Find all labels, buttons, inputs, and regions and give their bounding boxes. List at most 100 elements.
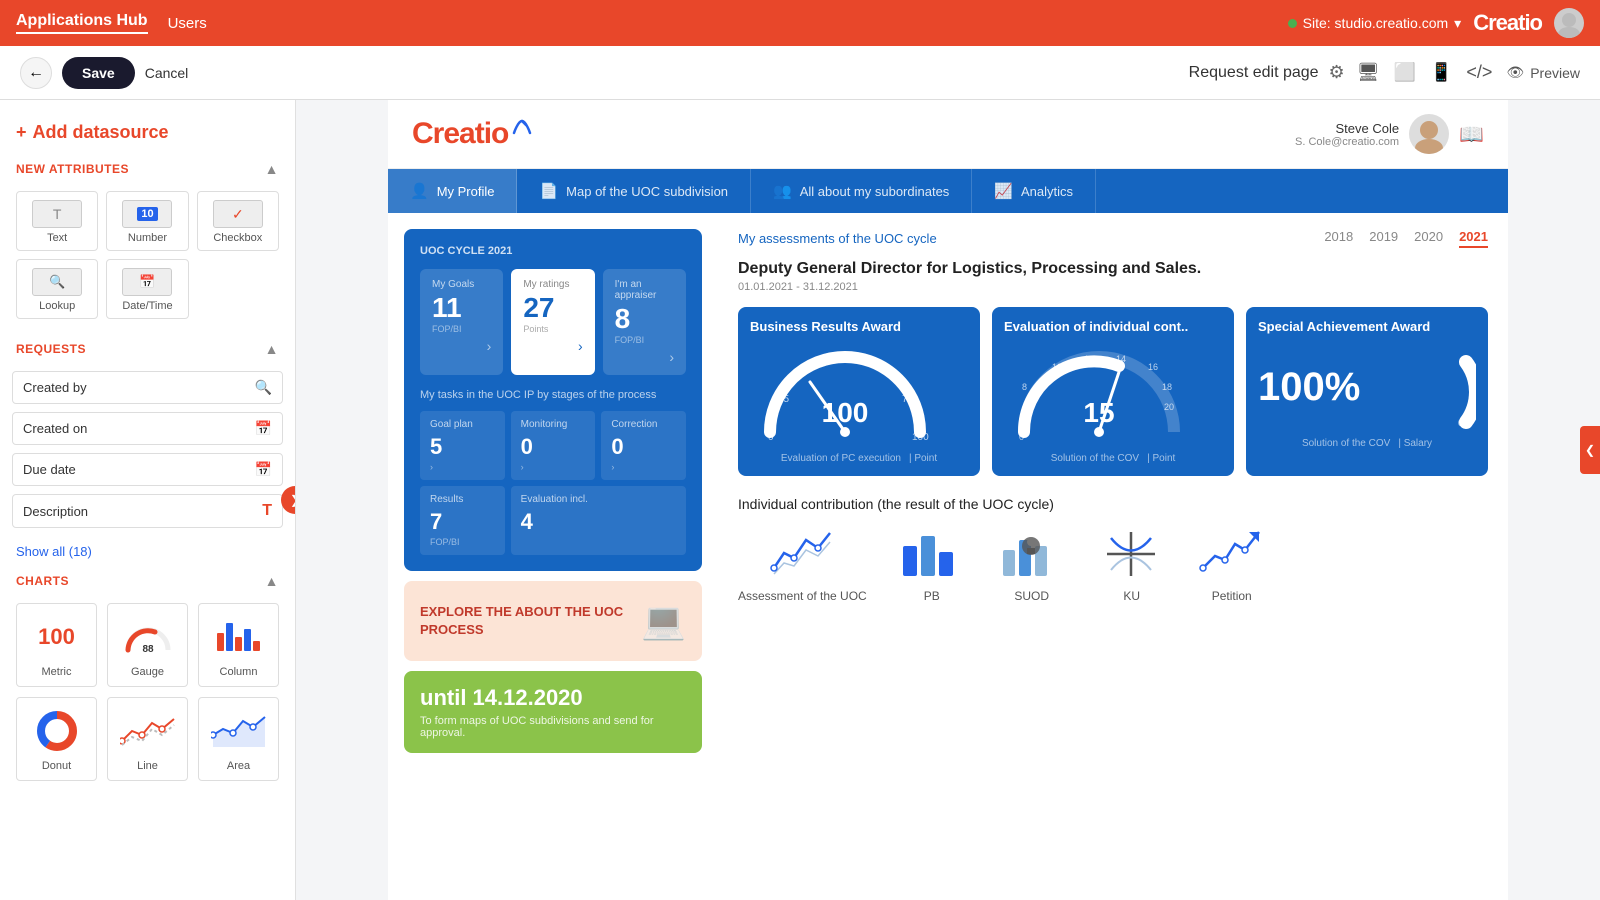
appraiser-metric[interactable]: I'm an appraiser 8 FOP/BI ›: [603, 269, 686, 375]
content-area: Creatio Steve Cole S. Cole@creatio.com 📖: [296, 100, 1600, 900]
contrib-assessment-uoc[interactable]: Assessment of the UOC: [738, 526, 867, 603]
charts-section-header[interactable]: CHARTS ▲: [0, 563, 295, 599]
site-dropdown-icon[interactable]: ▾: [1454, 15, 1461, 32]
goal-plan-stage[interactable]: Goal plan 5 ›: [420, 411, 505, 480]
svg-text:100: 100: [822, 397, 869, 428]
year-2019[interactable]: 2019: [1369, 229, 1398, 248]
year-2021[interactable]: 2021: [1459, 229, 1488, 248]
my-goals-metric[interactable]: My Goals 11 FOP/BI ›: [420, 269, 503, 375]
user-avatar-nav[interactable]: [1554, 8, 1584, 38]
chart-gauge[interactable]: 88 Gauge: [107, 603, 188, 687]
add-datasource-label: Add datasource: [33, 122, 169, 143]
attr-checkbox[interactable]: ✓ Checkbox: [197, 191, 279, 251]
tab-my-profile[interactable]: 👤 My Profile: [388, 169, 517, 213]
year-2018[interactable]: 2018: [1324, 229, 1353, 248]
appraiser-chevron: ›: [615, 349, 674, 365]
analytics-tab-icon: 📈: [994, 182, 1013, 200]
business-results-award: Business Results Award 0 35 75 100 10: [738, 307, 980, 476]
uoc-cycle-title: UOC CYCLE 2021: [420, 245, 686, 257]
preview-label: Preview: [1530, 65, 1580, 81]
cancel-button[interactable]: Cancel: [145, 65, 189, 81]
preview-button[interactable]: 👁 Preview: [1506, 64, 1580, 81]
subordinates-tab-icon: 👥: [773, 182, 792, 200]
requests-section-header[interactable]: REQUESTS ▲: [0, 331, 295, 367]
year-2020[interactable]: 2020: [1414, 229, 1443, 248]
correction-stage[interactable]: Correction 0 ›: [601, 411, 686, 480]
monitoring-stage[interactable]: Monitoring 0 ›: [511, 411, 596, 480]
contrib-pb[interactable]: PB: [897, 526, 967, 603]
assessment-uoc-icon: [767, 526, 837, 581]
lookup-icon-box: 🔍: [32, 268, 82, 296]
results-stage[interactable]: Results 7 FOP/BI: [420, 486, 505, 555]
svg-text:15: 15: [1083, 397, 1114, 428]
eval-individual-labels: Solution of the COV | Point: [1004, 453, 1222, 464]
svg-text:10: 10: [1052, 362, 1062, 372]
request-fields-list: Created by 🔍 Created on 📅 Due date 📅 Des…: [0, 367, 295, 540]
t-icon: T: [53, 206, 62, 222]
attr-text[interactable]: T Text: [16, 191, 98, 251]
mobile-view-icon[interactable]: 📱: [1430, 62, 1452, 83]
contrib-ku[interactable]: KU: [1097, 526, 1167, 603]
created-by-field[interactable]: Created by 🔍: [12, 371, 283, 404]
business-results-title: Business Results Award: [750, 319, 968, 334]
tablet-view-icon[interactable]: ⬜: [1394, 62, 1416, 83]
my-ratings-metric[interactable]: My ratings 27 Points ›: [511, 269, 594, 375]
tab-subordinates[interactable]: 👥 All about my subordinates: [751, 169, 972, 213]
chart-area[interactable]: Area: [198, 697, 279, 781]
contrib-petition[interactable]: Petition: [1197, 526, 1267, 603]
my-ratings-chevron: ›: [523, 338, 582, 354]
deadline-text: To form maps of UOC subdivisions and sen…: [420, 715, 686, 739]
created-on-field[interactable]: Created on 📅: [12, 412, 283, 445]
save-button[interactable]: Save: [62, 57, 135, 89]
book-icon[interactable]: 📖: [1459, 122, 1484, 147]
explore-card[interactable]: EXPLORE THE ABOUT THE UOC PROCESS 💻: [404, 581, 702, 661]
appraiser-label: I'm an appraiser: [615, 279, 674, 301]
eval-incl-stage[interactable]: Evaluation incl. 4: [511, 486, 686, 555]
attr-number[interactable]: 10 Number: [106, 191, 188, 251]
datetime-icon: 📅: [139, 274, 155, 290]
attr-lookup[interactable]: 🔍 Lookup: [16, 259, 98, 319]
tab-analytics[interactable]: 📈 Analytics: [972, 169, 1096, 213]
app-title[interactable]: Applications Hub: [16, 12, 148, 34]
tab-uoc-subdivision[interactable]: 📄 Map of the UOC subdivision: [517, 169, 751, 213]
deadline-card: until 14.12.2020 To form maps of UOC sub…: [404, 671, 702, 753]
show-all-link[interactable]: Show all (18): [0, 540, 295, 563]
solution-cov-label2: Solution of the COV: [1302, 438, 1390, 449]
desktop-view-icon[interactable]: 🖥: [1357, 62, 1380, 83]
svg-text:8: 8: [1022, 382, 1027, 392]
solution-cov-label: Solution of the COV: [1051, 453, 1139, 464]
contrib-suod[interactable]: SUOD: [997, 526, 1067, 603]
number-label: Number: [128, 232, 167, 244]
right-panel-collapse-button[interactable]: ❮: [1580, 426, 1600, 474]
assessments-header: My assessments of the UOC cycle 2018 201…: [738, 229, 1488, 248]
nav-left: Applications Hub Users: [16, 12, 207, 34]
explore-text: EXPLORE THE ABOUT THE UOC PROCESS: [420, 603, 641, 639]
online-dot: [1288, 19, 1297, 28]
logo-text: Creatio: [412, 117, 508, 151]
pb-icon: [897, 526, 967, 581]
correction-val: 0: [611, 434, 676, 460]
special-achievement-title: Special Achievement Award: [1258, 319, 1476, 334]
add-datasource-button[interactable]: + Add datasource: [0, 114, 295, 151]
chart-metric[interactable]: 100 Metric: [16, 603, 97, 687]
petition-label: Petition: [1212, 589, 1252, 603]
business-results-labels: Evaluation of PC execution | Point: [750, 453, 968, 464]
settings-icon[interactable]: ⚙: [1329, 62, 1345, 83]
description-field[interactable]: Description T: [12, 494, 283, 528]
special-achievement-content: 100% 0: [1258, 342, 1476, 432]
user-email: S. Cole@creatio.com: [1295, 136, 1399, 148]
code-view-icon[interactable]: </>: [1466, 62, 1492, 83]
chart-column[interactable]: Column: [198, 603, 279, 687]
new-attributes-section-header[interactable]: NEW ATTRIBUTES ▲: [0, 151, 295, 187]
due-date-field[interactable]: Due date 📅: [12, 453, 283, 486]
ku-label: KU: [1123, 589, 1140, 603]
attr-datetime[interactable]: 📅 Date/Time: [106, 259, 188, 319]
chart-donut[interactable]: Donut: [16, 697, 97, 781]
users-link[interactable]: Users: [168, 15, 207, 32]
site-indicator: Site: studio.creatio.com ▾: [1288, 15, 1462, 32]
site-label: Site: studio.creatio.com: [1303, 15, 1449, 31]
chart-line[interactable]: Line: [107, 697, 188, 781]
back-button[interactable]: ←: [20, 57, 52, 89]
svg-text:16: 16: [1148, 362, 1158, 372]
uoc-stages-grid: Goal plan 5 › Monitoring 0 › Correction: [420, 411, 686, 555]
